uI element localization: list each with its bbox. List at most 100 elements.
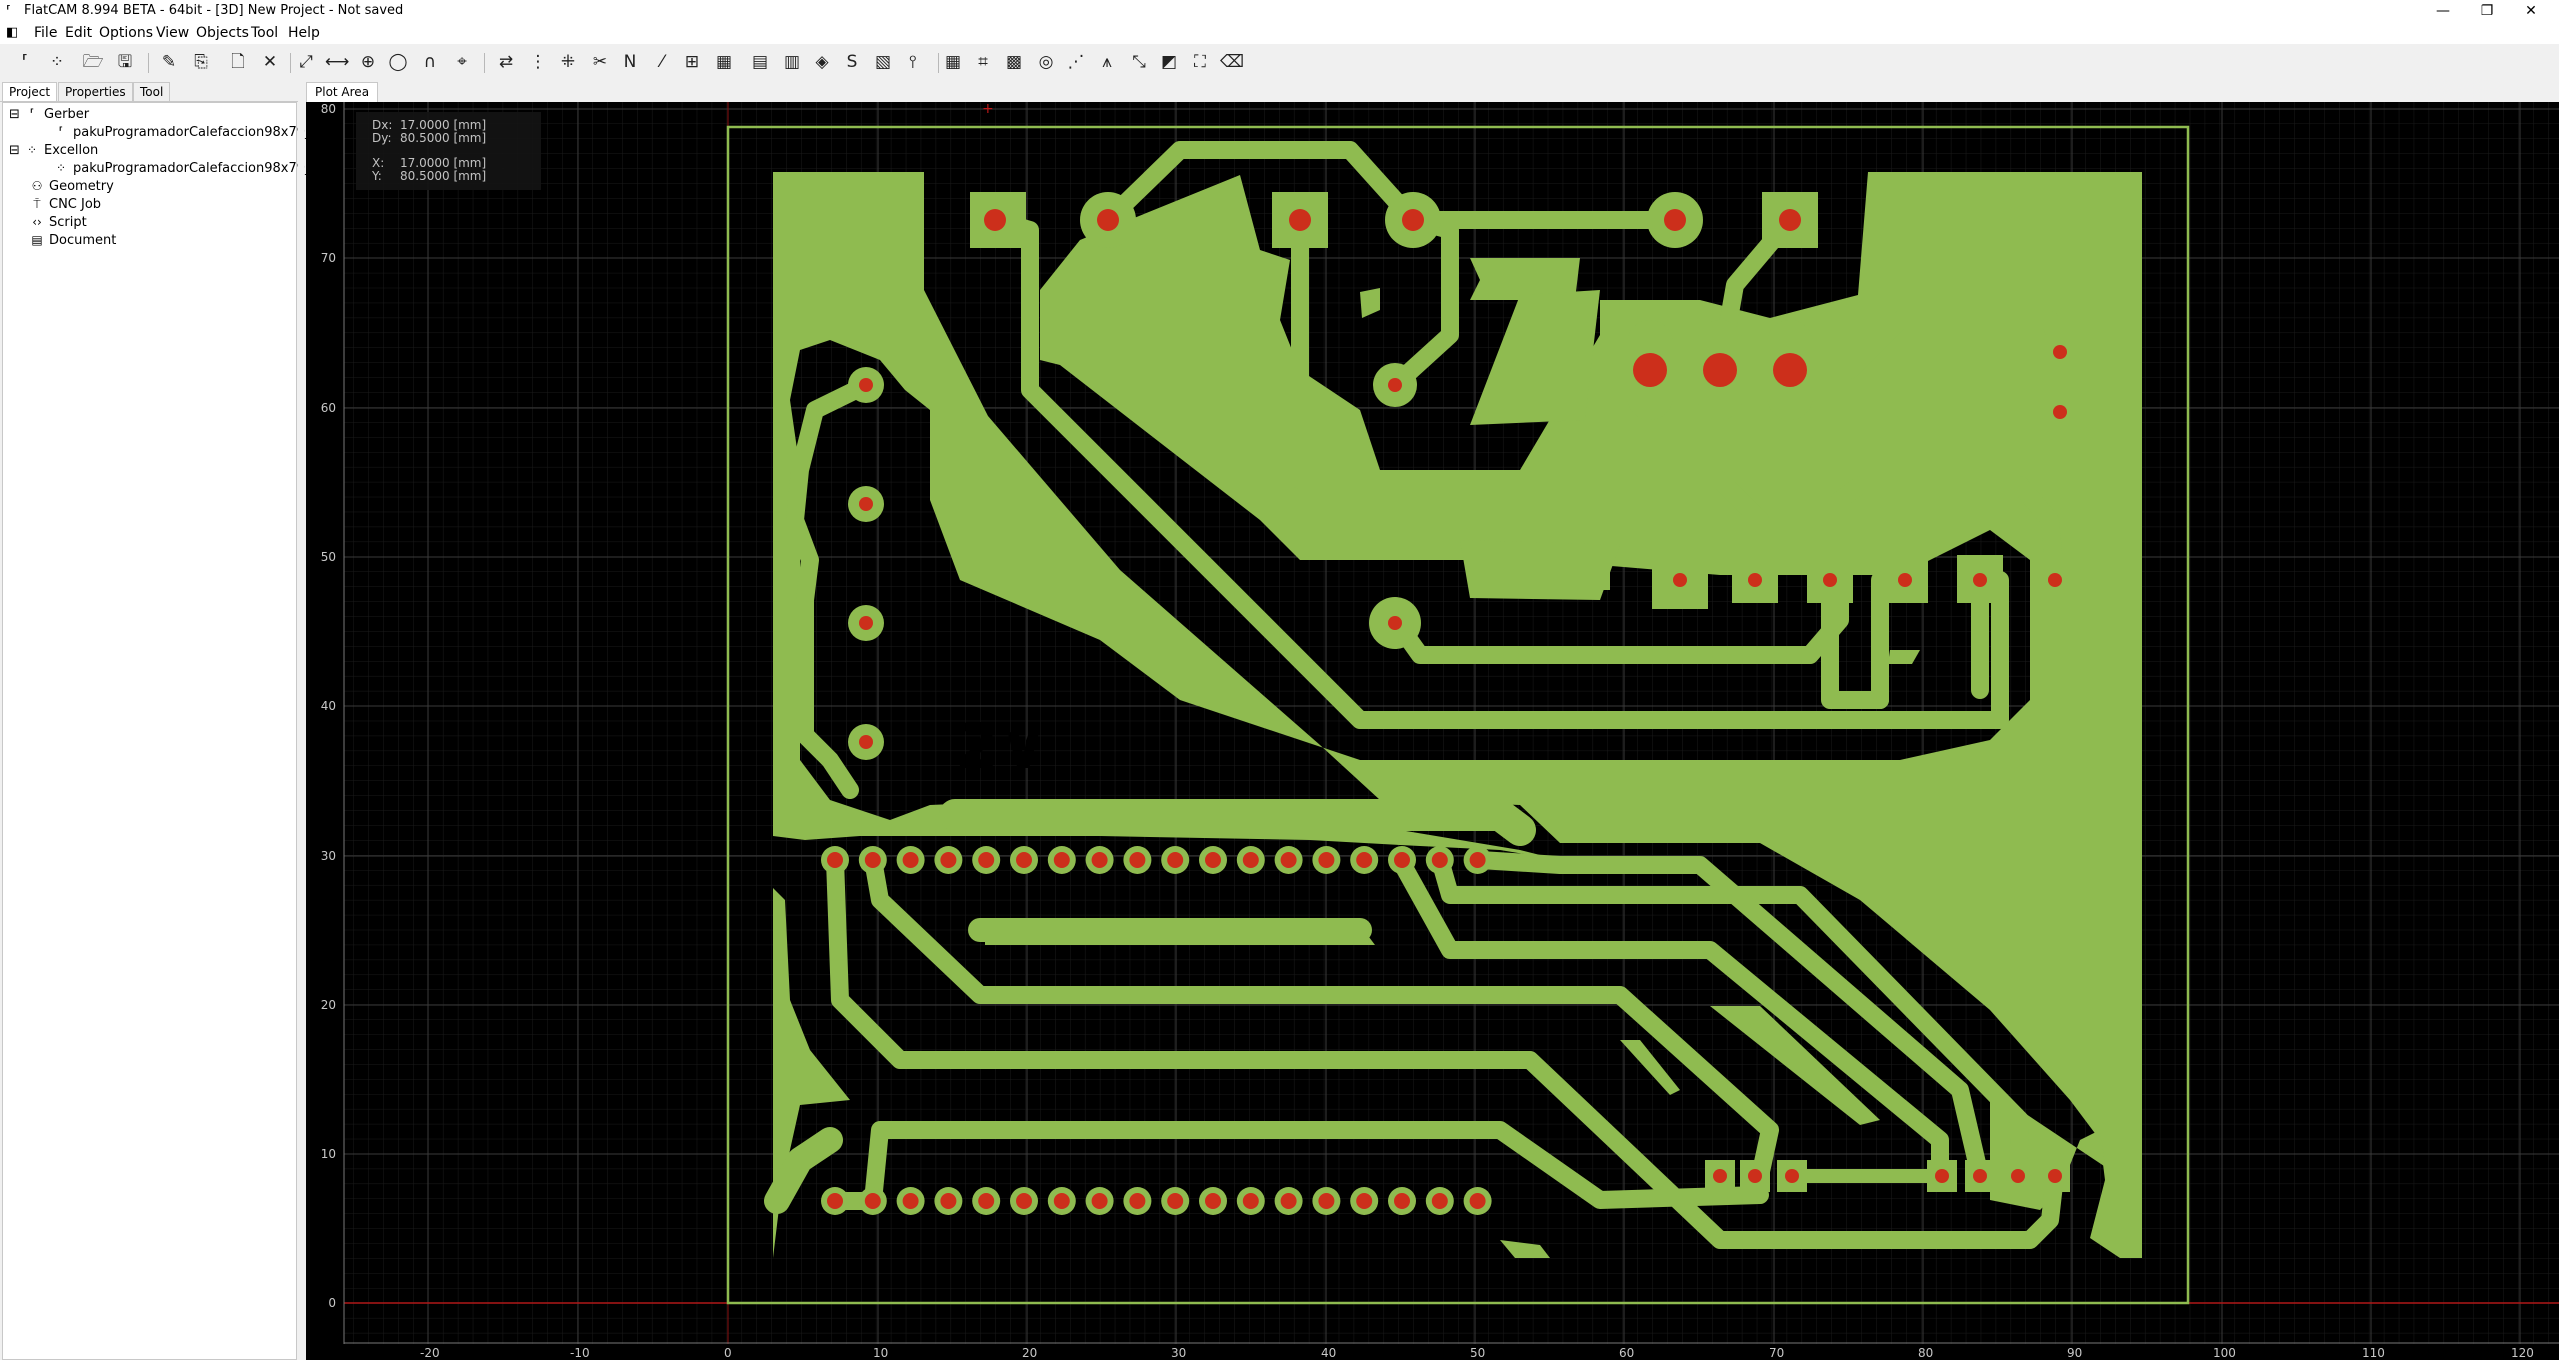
x-tick-label: 60 bbox=[1619, 1346, 1634, 1360]
square-pad bbox=[1777, 1160, 1807, 1192]
x-tick-label: 110 bbox=[2362, 1346, 2385, 1360]
x-label: X: bbox=[372, 156, 385, 170]
delete-icon[interactable]: ✕ bbox=[259, 51, 281, 73]
pcb-plot[interactable]: + -20 -10 0 10 20 30 40 50 60 70 80 90 1… bbox=[306, 102, 2559, 1360]
square-pad bbox=[970, 192, 1026, 248]
header-pin-drill bbox=[1318, 852, 1335, 868]
menu-app-icon[interactable]: ◧ bbox=[6, 25, 18, 40]
y-tick-label: 40 bbox=[321, 699, 336, 713]
calculator-icon[interactable]: S bbox=[841, 51, 863, 73]
toolbar-separator bbox=[484, 53, 485, 73]
square-pad bbox=[1965, 1160, 1995, 1192]
solderpaste-icon[interactable]: ▤ bbox=[749, 51, 771, 73]
fiducials-icon[interactable]: ⩚ bbox=[1096, 51, 1118, 73]
cutout-icon[interactable]: ✂ bbox=[589, 51, 611, 73]
menu-help[interactable]: Help bbox=[288, 25, 320, 41]
close-button[interactable]: ✕ bbox=[2509, 0, 2553, 22]
collapse-icon[interactable]: ⊟ bbox=[9, 143, 20, 158]
tree-group-cnc[interactable]: ⍑ CNC Job bbox=[29, 197, 101, 212]
jump-to-icon[interactable]: ⌖ bbox=[451, 51, 473, 73]
menu-view[interactable]: View bbox=[156, 25, 189, 41]
transform-icon[interactable]: ▧ bbox=[872, 51, 894, 73]
save-icon[interactable]: 🖫 bbox=[114, 51, 136, 73]
optimal-icon[interactable]: ◎ bbox=[1035, 51, 1057, 73]
tree-group-script[interactable]: ‹› Script bbox=[29, 215, 87, 230]
menu-options[interactable]: Options bbox=[99, 25, 153, 41]
copper-thieving-icon[interactable]: ⋰ bbox=[1065, 51, 1087, 73]
header-pin-drill bbox=[1431, 852, 1448, 868]
tab-project[interactable]: Project bbox=[2, 82, 58, 101]
menu-objects[interactable]: Objects bbox=[196, 25, 249, 41]
round-pad bbox=[1369, 597, 1421, 649]
menu-bar: ◧ File Edit Options View Objects Tool He… bbox=[0, 22, 2559, 44]
fullscreen-icon[interactable]: ⛶ bbox=[1189, 51, 1211, 73]
magnet-icon[interactable]: ∩ bbox=[419, 51, 441, 73]
y-tick-label: 70 bbox=[321, 251, 336, 265]
header-pin-drill bbox=[1280, 852, 1297, 868]
excellon-open-icon[interactable]: ⁘ bbox=[46, 51, 68, 73]
calculator-grid-icon[interactable]: ▦ bbox=[942, 51, 964, 73]
panel-icon[interactable]: ⊞ bbox=[681, 51, 703, 73]
x-tick-label: 20 bbox=[1022, 1346, 1037, 1360]
header-pin-drill bbox=[940, 852, 957, 868]
tree-group-document[interactable]: ▤ Document bbox=[29, 233, 116, 248]
paint-icon[interactable]: ⁄ bbox=[651, 51, 673, 73]
rules-check-icon[interactable]: ⫯ bbox=[902, 51, 924, 73]
flip-icon[interactable]: ⇄ bbox=[495, 51, 517, 73]
edit-pencil-icon[interactable]: ✎ bbox=[158, 51, 180, 73]
folder-open-icon[interactable]: 🗁 bbox=[82, 51, 104, 73]
qr-code-icon[interactable]: ▩ bbox=[1003, 51, 1025, 73]
square-pad bbox=[1732, 555, 1778, 603]
properties-icon[interactable]: ◈ bbox=[811, 51, 833, 73]
header-pin-drill bbox=[902, 1193, 919, 1209]
tab-tool[interactable]: Tool bbox=[133, 82, 171, 101]
crop-icon[interactable]: ⌗ bbox=[972, 51, 994, 73]
copy-object-icon[interactable]: ⎘ bbox=[190, 51, 212, 73]
mirror-icon[interactable]: ⋮ bbox=[527, 51, 549, 73]
tab-plot-area[interactable]: Plot Area bbox=[306, 82, 379, 102]
measure-icon[interactable]: ⟷ bbox=[325, 51, 349, 73]
oval-pad bbox=[1627, 320, 1673, 420]
minimize-button[interactable]: — bbox=[2421, 0, 2465, 22]
dy-value: 80.5000 [mm] bbox=[400, 131, 487, 145]
new-document-icon[interactable]: 🗋 bbox=[227, 51, 249, 73]
x-value: 17.0000 [mm] bbox=[400, 156, 487, 170]
tree-group-excellon[interactable]: ⊟ ⁘ Excellon bbox=[9, 143, 98, 158]
eraser-icon[interactable]: ⌫ bbox=[1220, 51, 1244, 73]
sub-icon[interactable]: ▥ bbox=[781, 51, 803, 73]
maximize-button[interactable]: ❐ bbox=[2465, 0, 2509, 22]
tab-properties[interactable]: Properties bbox=[58, 82, 133, 101]
plot-canvas[interactable]: + -20 -10 0 10 20 30 40 50 60 70 80 90 1… bbox=[306, 102, 2559, 1360]
x-tick-label: 90 bbox=[2067, 1346, 2082, 1360]
align-icon[interactable]: ⁜ bbox=[557, 51, 579, 73]
oval-pad bbox=[1697, 320, 1743, 420]
tree-label-gerber-file: pakuProgramadorCalefaccion98x79_... bbox=[73, 125, 324, 140]
origin-icon[interactable]: ⊕ bbox=[357, 51, 379, 73]
tree-item-gerber-file[interactable]: ⸢ pakuProgramadorCalefaccion98x79_... bbox=[53, 125, 324, 140]
menu-tool[interactable]: Tool bbox=[251, 25, 278, 41]
extract-drills-icon[interactable]: ⤡ bbox=[1128, 51, 1150, 73]
header-pin-drill bbox=[1167, 1193, 1184, 1209]
round-pad bbox=[848, 486, 884, 522]
header-pin-drill bbox=[1016, 1193, 1032, 1209]
tree-group-gerber[interactable]: ⊟ ⸢ Gerber bbox=[9, 107, 89, 122]
collapse-icon[interactable]: ⊟ bbox=[9, 107, 20, 122]
menu-edit[interactable]: Edit bbox=[65, 25, 92, 41]
menu-file[interactable]: File bbox=[34, 25, 57, 41]
zoom-fit-icon[interactable]: ⤢ bbox=[295, 51, 317, 73]
gerber-open-icon[interactable]: ⸢ bbox=[14, 51, 36, 73]
header-pin-drill bbox=[1394, 852, 1410, 868]
film-icon[interactable]: ▦ bbox=[713, 51, 735, 73]
tree-label-gerber: Gerber bbox=[44, 107, 90, 122]
x-tick-label: 10 bbox=[873, 1346, 888, 1360]
header-pin-drill bbox=[1280, 1193, 1297, 1209]
header-pin-drill bbox=[902, 852, 919, 868]
ncc-icon[interactable]: N bbox=[619, 51, 641, 73]
circle-target-icon[interactable]: ◯ bbox=[387, 51, 409, 73]
panel-splitter[interactable] bbox=[298, 80, 304, 1360]
header-pin-drill bbox=[1356, 1193, 1373, 1209]
tree-group-geometry[interactable]: ⚇ Geometry bbox=[29, 179, 114, 194]
y-value: 80.5000 [mm] bbox=[400, 169, 487, 183]
invert-icon[interactable]: ◩ bbox=[1158, 51, 1180, 73]
tree-item-excellon-file[interactable]: ⁘ pakuProgramadorCalefaccion98x79_... bbox=[53, 161, 324, 176]
